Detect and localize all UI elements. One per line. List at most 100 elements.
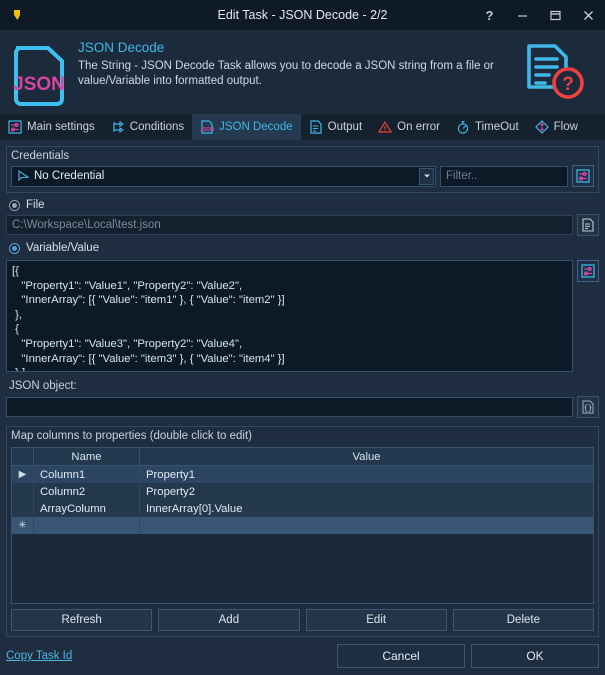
ok-button[interactable]: OK: [471, 644, 599, 668]
file-path-placeholder: C:\Workspace\Local\test.json: [12, 219, 161, 231]
add-button[interactable]: Add: [158, 609, 300, 631]
tab-output[interactable]: Output: [301, 114, 371, 140]
json-object-label: JSON object:: [9, 380, 77, 392]
tab-json-decode[interactable]: JSON JSON Decode: [192, 114, 301, 140]
cell-value[interactable]: [140, 517, 593, 534]
mapping-grid: Name Value ▶ Column1 Property1 Column2 P…: [11, 447, 594, 604]
dialog-buttons: Cancel OK: [337, 644, 599, 668]
help-icon: ?: [485, 7, 494, 23]
sliders-icon: [576, 169, 590, 183]
branch-icon: [111, 120, 125, 134]
minimize-icon: [518, 14, 527, 17]
app-logo-icon: [0, 6, 40, 24]
title-bar: Edit Task - JSON Decode - 2/2 ?: [0, 0, 605, 30]
tab-main-settings[interactable]: Main settings: [0, 114, 103, 140]
cell-name[interactable]: Column2: [34, 483, 140, 500]
credential-settings-button[interactable]: [572, 165, 594, 187]
copy-task-id-link[interactable]: Copy Task Id: [6, 650, 72, 662]
json-object-braces-button[interactable]: {}: [577, 396, 599, 418]
diamond-arrow-icon: [534, 120, 549, 134]
cell-name[interactable]: Column1: [34, 466, 140, 483]
row-indicator-icon: [12, 500, 34, 517]
task-header: JSON JSON Decode The String - JSON Decod…: [0, 30, 605, 114]
document-browse-icon: [582, 218, 594, 232]
svg-text:JSON: JSON: [13, 74, 65, 95]
table-new-row[interactable]: ✳: [12, 517, 593, 534]
column-header-name[interactable]: Name: [34, 448, 140, 465]
cancel-button[interactable]: Cancel: [337, 644, 465, 668]
tab-bar: Main settings Conditions JSON JSON Decod…: [0, 114, 605, 140]
json-document-icon: JSON: [10, 36, 72, 109]
credential-filter-input[interactable]: Filter..: [440, 165, 568, 187]
tab-on-error[interactable]: On error: [370, 114, 448, 140]
tab-timeout[interactable]: TimeOut: [448, 114, 527, 140]
mapping-grid-header: Name Value: [12, 448, 593, 466]
cell-value[interactable]: InnerArray[0].Value: [140, 500, 593, 517]
table-row[interactable]: Column2 Property2: [12, 483, 593, 500]
minimize-button[interactable]: [506, 0, 539, 30]
cell-name[interactable]: [34, 517, 140, 534]
dialog-footer: Copy Task Id Cancel OK: [0, 637, 605, 675]
json-object-input[interactable]: [6, 397, 573, 417]
cursor-arrow-icon: [12, 169, 34, 183]
edit-task-dialog: Edit Task - JSON Decode - 2/2 ? JSON JSO…: [0, 0, 605, 675]
file-browse-button[interactable]: [577, 214, 599, 236]
variable-radio-row[interactable]: Variable/Value: [9, 242, 601, 254]
file-radio-row[interactable]: File: [9, 199, 601, 211]
warning-triangle-icon: [378, 120, 393, 134]
svg-text:{}: {}: [584, 405, 592, 413]
credentials-group: Credentials No Credential Filter..: [6, 146, 599, 193]
edit-button[interactable]: Edit: [305, 609, 447, 631]
file-radio-label: File: [26, 199, 45, 211]
credentials-label: Credentials: [11, 150, 70, 162]
credential-select[interactable]: No Credential: [11, 165, 436, 187]
file-path-input[interactable]: C:\Workspace\Local\test.json: [6, 215, 573, 235]
json-value-textarea[interactable]: [{ "Property1": "Value1", "Property2": "…: [6, 260, 573, 372]
document-help-icon[interactable]: ?: [517, 36, 595, 109]
variable-radio-label: Variable/Value: [26, 242, 100, 254]
table-row[interactable]: ▶ Column1 Property1: [12, 466, 593, 483]
credential-selected-value: No Credential: [34, 170, 105, 182]
tab-label: Output: [327, 121, 363, 133]
curly-braces-icon: {}: [582, 400, 594, 414]
variable-settings-button[interactable]: [577, 260, 599, 282]
delete-button[interactable]: Delete: [452, 609, 594, 631]
cell-value[interactable]: Property1: [140, 466, 593, 483]
file-path-row: C:\Workspace\Local\test.json: [6, 214, 599, 236]
maximize-icon: [550, 10, 561, 20]
new-row-asterisk-icon: ✳: [12, 517, 34, 534]
column-mapping-group: Map columns to properties (double click …: [6, 426, 599, 637]
tab-label: Flow: [553, 121, 578, 133]
credentials-row: No Credential Filter..: [11, 165, 594, 187]
row-indicator-icon: ▶: [12, 466, 34, 483]
mapping-actions: Refresh Add Edit Delete: [11, 609, 594, 631]
task-header-text: JSON Decode The String - JSON Decode Tas…: [72, 36, 517, 89]
close-button[interactable]: [572, 0, 605, 30]
file-radio[interactable]: [9, 199, 20, 211]
svg-text:JSON: JSON: [200, 127, 214, 133]
column-header-value[interactable]: Value: [140, 448, 593, 465]
json-value-row: [{ "Property1": "Value1", "Property2": "…: [6, 260, 599, 372]
variable-radio[interactable]: [9, 242, 20, 254]
sliders-icon: [581, 264, 595, 278]
chevron-down-icon[interactable]: [419, 167, 434, 185]
tab-flow[interactable]: Flow: [527, 114, 586, 140]
table-row[interactable]: ArrayColumn InnerArray[0].Value: [12, 500, 593, 517]
row-indicator-icon: [12, 483, 34, 500]
document-icon: [309, 120, 323, 134]
task-description: The String - JSON Decode Task allows you…: [78, 60, 494, 87]
grid-header-gutter: [12, 448, 34, 465]
cell-value[interactable]: Property2: [140, 483, 593, 500]
json-file-icon: JSON: [200, 120, 214, 134]
tab-conditions[interactable]: Conditions: [103, 114, 192, 140]
tab-label: Main settings: [27, 121, 95, 133]
grid-empty-area: [12, 534, 593, 603]
window-controls: ?: [473, 0, 605, 30]
refresh-button[interactable]: Refresh: [11, 609, 153, 631]
json-object-row: {}: [6, 396, 599, 418]
dialog-body: Credentials No Credential Filter.. File …: [0, 140, 605, 637]
cell-name[interactable]: ArrayColumn: [34, 500, 140, 517]
maximize-button[interactable]: [539, 0, 572, 30]
svg-text:?: ?: [562, 74, 574, 95]
help-button[interactable]: ?: [473, 0, 506, 30]
